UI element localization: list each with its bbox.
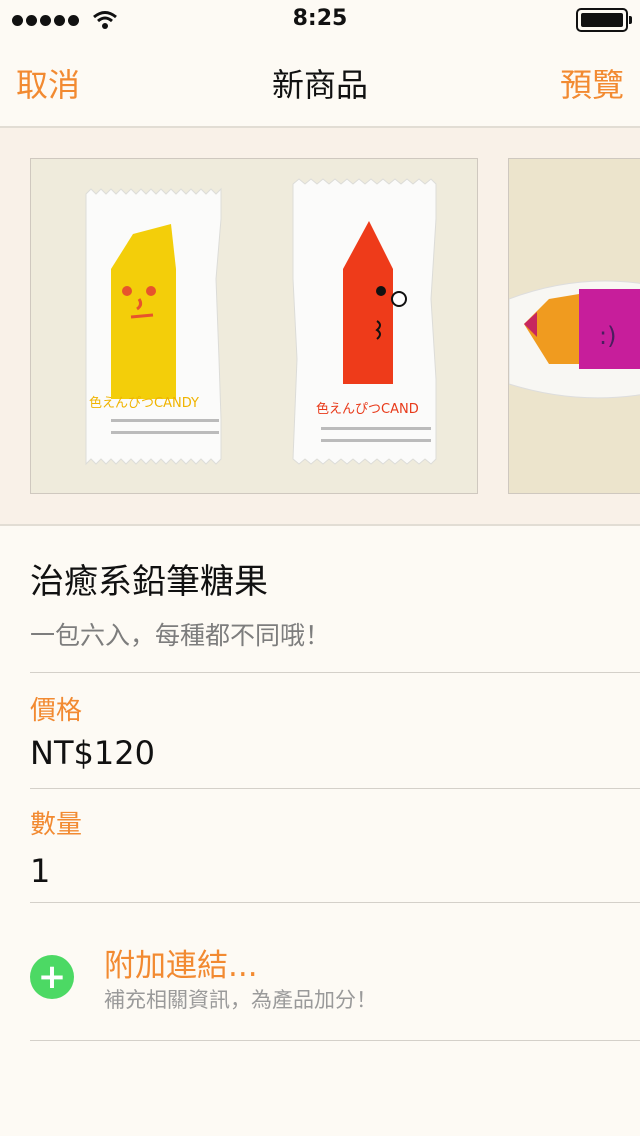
product-name[interactable]: 治癒系鉛筆糖果	[30, 554, 268, 603]
preview-button[interactable]: 預覽	[560, 60, 624, 106]
divider	[30, 672, 640, 673]
quantity-label: 數量	[30, 810, 83, 840]
svg-text::): :)	[599, 322, 616, 350]
candy-photo-image-secondary: :)	[509, 159, 640, 493]
photo-gallery[interactable]: 色えんぴつCANDY 色えんぴつCAND :)	[0, 128, 640, 526]
product-description[interactable]: 一包六入，每種都不同哦！	[30, 616, 330, 652]
page-title: 新商品	[271, 66, 368, 104]
navigation-bar: 取消 新商品 預覽	[0, 40, 640, 128]
divider	[30, 902, 640, 903]
divider	[30, 788, 640, 789]
add-link-subtitle: 補充相關資訊，為產品加分！	[104, 988, 377, 1012]
status-time: 8:25	[292, 6, 348, 31]
product-photo-secondary[interactable]: :)	[508, 158, 640, 494]
quantity-field[interactable]: 1	[30, 852, 50, 890]
candy-photo-image: 色えんぴつCANDY 色えんぴつCAND	[31, 159, 477, 493]
status-bar: 8:25	[0, 0, 640, 40]
add-link-title: 附加連結...	[104, 948, 258, 984]
price-label: 價格	[30, 696, 83, 726]
product-photo[interactable]: 色えんぴつCANDY 色えんぴつCAND	[30, 158, 478, 494]
plus-icon[interactable]: +	[30, 955, 74, 999]
divider	[30, 1040, 640, 1041]
candy-label-2: 色えんぴつCAND	[316, 401, 419, 417]
battery-icon	[576, 8, 632, 32]
candy-label-1: 色えんぴつCANDY	[89, 395, 199, 411]
price-field[interactable]: NT$120	[30, 734, 155, 772]
add-link-button[interactable]: + 附加連結... 補充相關資訊，為產品加分！	[30, 940, 640, 1040]
